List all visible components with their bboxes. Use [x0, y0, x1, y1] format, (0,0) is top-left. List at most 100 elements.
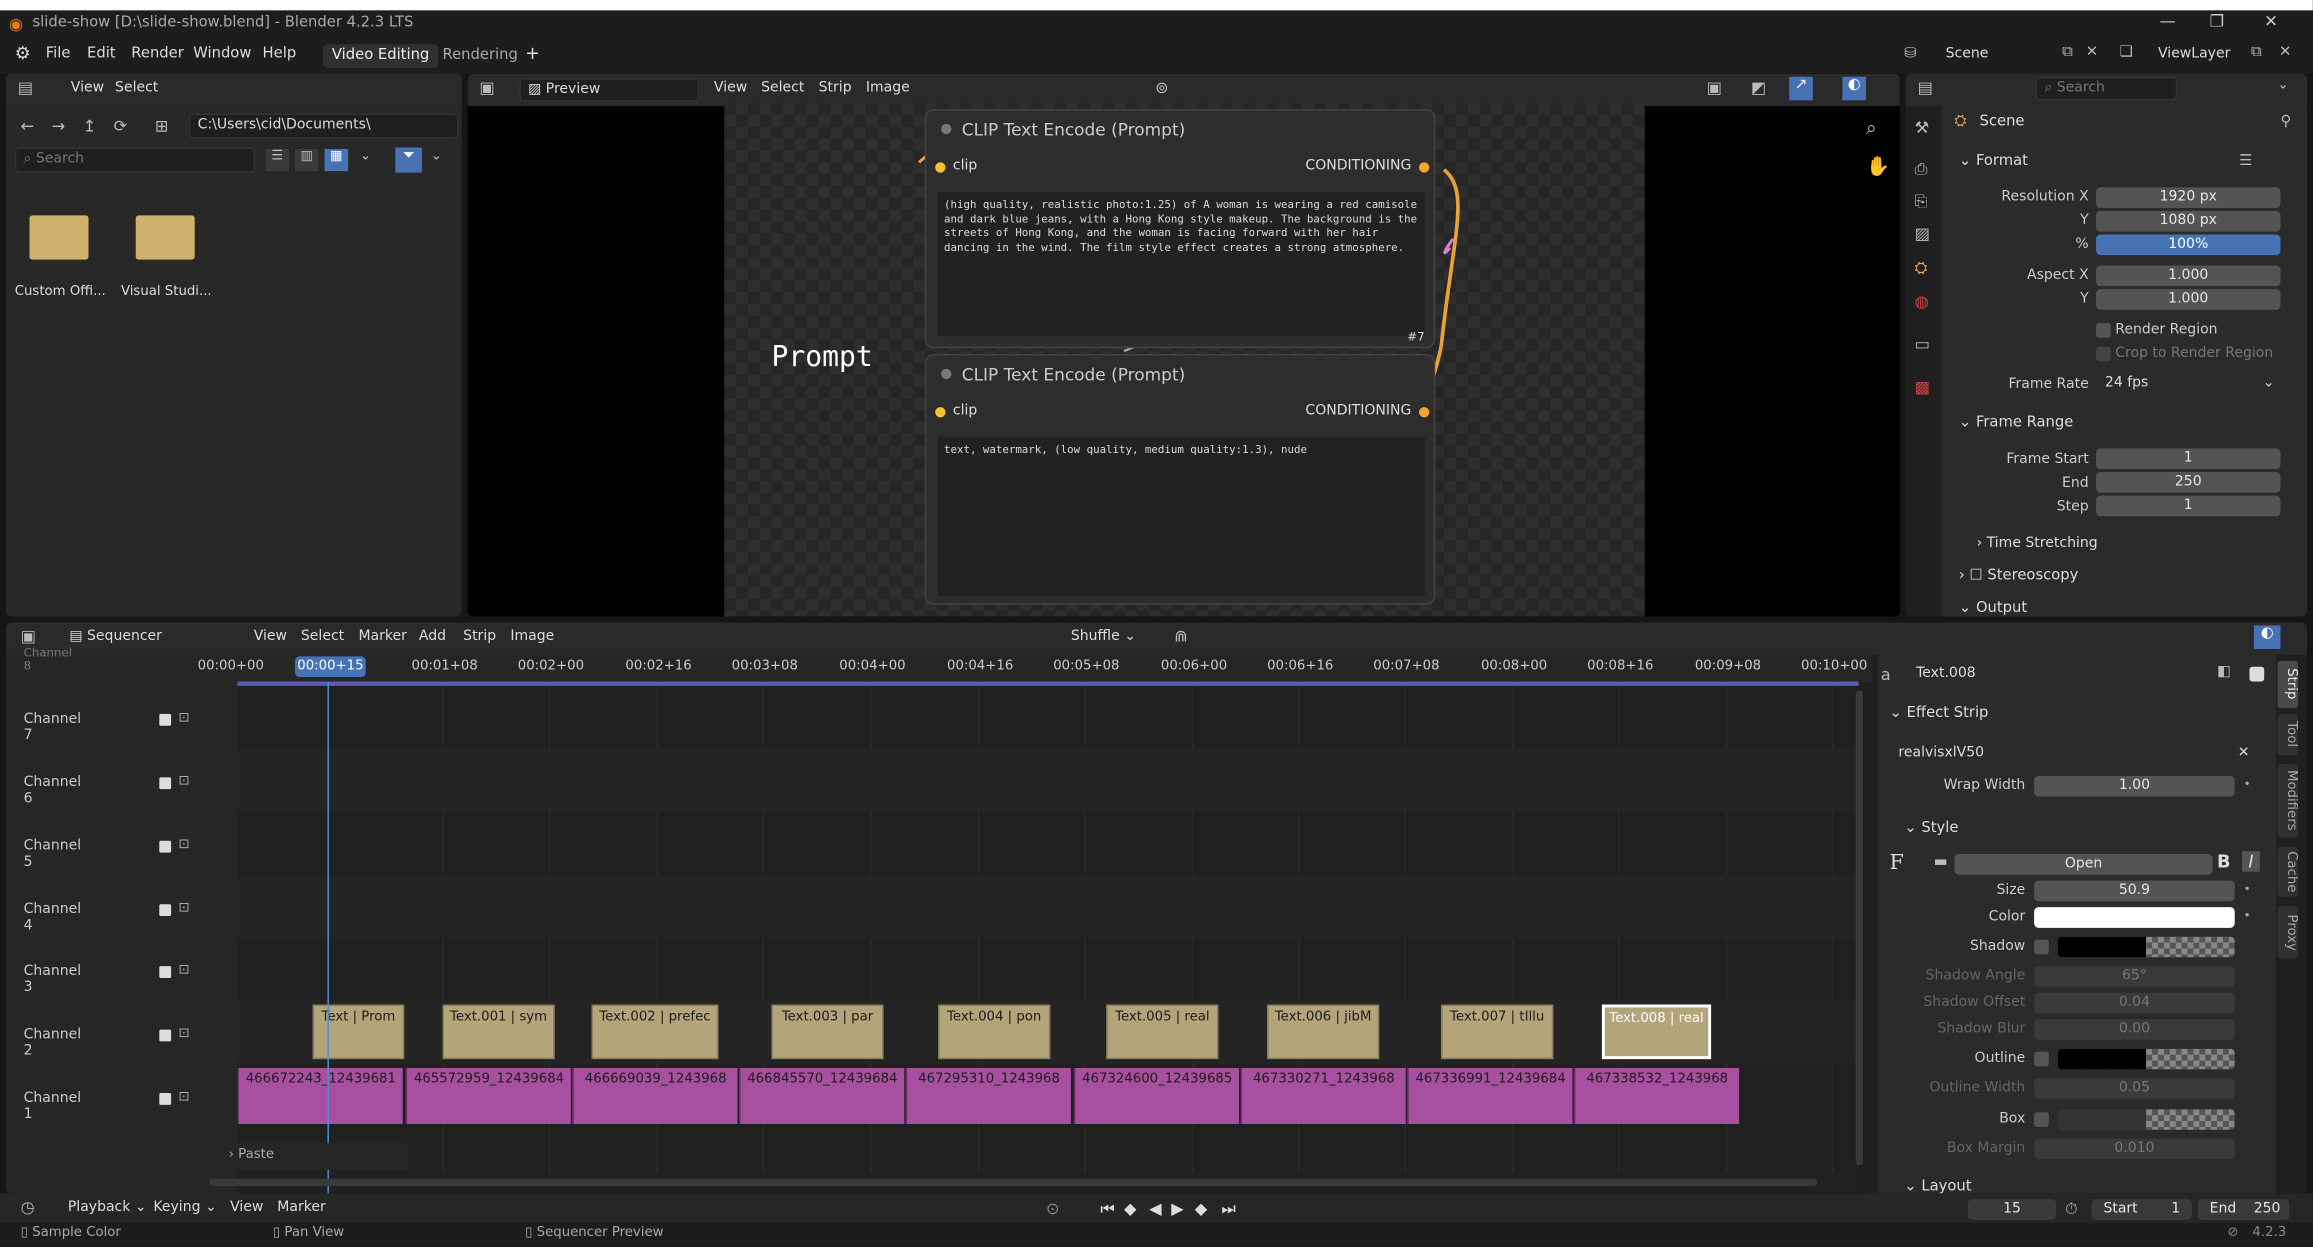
frame-step-field[interactable]: 1 — [2096, 495, 2281, 517]
editor-type-icon[interactable]: ▤ — [18, 78, 33, 97]
keyframe-dot-icon[interactable]: • — [2244, 777, 2251, 790]
clip-text-encode-node[interactable]: CLIP Text Encode (Prompt) clip CONDITION… — [924, 109, 1436, 349]
font-open-button[interactable]: Open — [1954, 854, 2213, 875]
menu-render[interactable]: Render — [131, 46, 184, 62]
frame-rate-dropdown[interactable]: 24 fps ⌄ — [2096, 373, 2281, 394]
back-icon[interactable]: ← — [21, 117, 35, 136]
seq-menu-select[interactable]: Select — [301, 628, 344, 644]
maximize-button[interactable]: ❐ — [2210, 12, 2225, 31]
wrap-width-field[interactable]: 1.00 — [2034, 775, 2235, 797]
channel-label[interactable]: Channel 2 — [24, 1027, 82, 1059]
strip-enable-checkbox[interactable] — [2249, 666, 2265, 682]
stereoscopy-panel-header[interactable]: › ☐ Stereoscopy — [1959, 568, 2079, 584]
box-margin-field[interactable]: 0.010 — [2034, 1138, 2235, 1160]
text-strip[interactable]: Text.005 | real — [1106, 1004, 1219, 1060]
folder-icon[interactable] — [135, 215, 195, 260]
timeline-menu-marker[interactable]: Marker — [277, 1199, 325, 1215]
keyframe-dot-icon[interactable]: • — [2244, 882, 2251, 895]
new-folder-icon[interactable]: ⊞ — [155, 117, 169, 136]
text-strip[interactable]: Text.002 | prefec — [591, 1004, 719, 1060]
channel-lock-icon[interactable]: ⊡ — [178, 711, 189, 726]
aspect-y-field[interactable]: 1.000 — [2096, 289, 2281, 310]
thumbnails-icon[interactable]: ▦ — [324, 148, 349, 172]
zoom-icon[interactable]: ⌕ — [1866, 118, 1877, 140]
seq-menu-image[interactable]: Image — [510, 628, 554, 644]
outline-width-field[interactable]: 0.05 — [2034, 1078, 2235, 1099]
font-size-field[interactable]: 50.9 — [2034, 880, 2235, 902]
strip-name-field[interactable]: Text.008 — [1907, 662, 2206, 686]
scene-icon[interactable]: ⛁ — [1904, 46, 1916, 62]
menu-help[interactable]: Help — [263, 46, 297, 62]
refresh-icon[interactable]: ⟳ — [114, 117, 128, 136]
resolution-x-field[interactable]: 1920 px — [2096, 187, 2281, 208]
style-subpanel-header[interactable]: ⌄ Style — [1904, 820, 1958, 836]
current-frame-field[interactable]: 15 — [1967, 1199, 2057, 1220]
crop-region-checkbox[interactable] — [2096, 346, 2111, 362]
outline-checkbox[interactable] — [2034, 1051, 2049, 1067]
input-socket[interactable] — [935, 162, 946, 173]
display-settings-icon[interactable]: ⌄ — [360, 149, 371, 164]
workspace-tab-rendering[interactable]: Rendering — [434, 44, 527, 68]
italic-icon[interactable]: I — [2242, 851, 2260, 872]
channel-mute-checkbox[interactable] — [159, 1029, 172, 1042]
play-reverse-icon[interactable]: ◀ — [1149, 1199, 1161, 1218]
overlay-toggle-icon[interactable]: ◐ — [2253, 625, 2281, 650]
text-strip[interactable]: Text.007 | tIllu — [1441, 1004, 1554, 1060]
path-field[interactable]: C:\Users\cid\Documents\ — [188, 113, 459, 139]
channel-label[interactable]: Channel 6 — [24, 774, 82, 806]
prev-keyframe-icon[interactable]: ◆ — [1124, 1199, 1136, 1218]
channel-label[interactable]: Channel 4 — [24, 901, 82, 933]
new-scene-icon[interactable]: ⧉ — [2062, 44, 2073, 60]
seq-menu-strip[interactable]: Strip — [463, 628, 496, 644]
fb-search-input[interactable]: ⌕ Search — [14, 147, 256, 173]
frame-start-field[interactable]: 1 — [2096, 448, 2281, 470]
keyframe-dot-icon[interactable]: • — [2244, 909, 2251, 922]
channel-mute-checkbox[interactable] — [159, 777, 172, 790]
next-keyframe-icon[interactable]: ◆ — [1195, 1199, 1207, 1218]
bold-icon[interactable]: B — [2217, 851, 2231, 872]
options-chevron-icon[interactable]: ⌄ — [2277, 78, 2288, 93]
world-tab-icon[interactable]: ◍ — [1915, 292, 1929, 311]
image-strip[interactable]: 467295310_1243968 — [905, 1067, 1071, 1124]
text-color-swatch[interactable] — [2034, 907, 2235, 928]
input-socket[interactable] — [935, 407, 946, 418]
box-color-swatch[interactable] — [2057, 1109, 2235, 1130]
effect-strip-panel-header[interactable]: ⌄ Effect Strip — [1890, 705, 1989, 721]
text-content-field[interactable]: realvisxlV50 ✕ — [1889, 740, 2259, 768]
vertical-scrollbar[interactable] — [1855, 690, 1864, 1166]
record-icon[interactable]: ⊙ — [1046, 1199, 1060, 1218]
jump-start-icon[interactable]: ⏮ — [1100, 1199, 1115, 1220]
timeline-menu-playback[interactable]: Playback ⌄ — [68, 1199, 147, 1215]
sidebar-tab-cache[interactable]: Cache — [2277, 846, 2299, 897]
frame-end-field[interactable]: 250 — [2096, 472, 2281, 493]
aspect-x-field[interactable]: 1.000 — [2096, 265, 2281, 287]
node-collapse-dot[interactable] — [941, 368, 952, 380]
output-panel-header[interactable]: ⌄ Output — [1959, 600, 2027, 616]
sidebar-tab-tool[interactable]: Tool — [2277, 713, 2299, 756]
jump-end-icon[interactable]: ⏭ — [1221, 1199, 1236, 1220]
font-icon[interactable]: F — [1890, 851, 1904, 875]
properties-search-input[interactable]: ⌕ Search — [2035, 76, 2178, 101]
play-icon[interactable]: ▶ — [1171, 1199, 1183, 1218]
channel-mute-checkbox[interactable] — [159, 904, 172, 917]
node-collapse-dot[interactable] — [941, 123, 952, 135]
start-frame-field[interactable]: Start 1 — [2091, 1199, 2192, 1220]
channel-mute-checkbox[interactable] — [159, 840, 172, 853]
timeline-editor-icon[interactable]: ◷ — [21, 1198, 35, 1217]
pan-hand-icon[interactable]: ✋ — [1866, 156, 1890, 178]
render-tab-icon[interactable]: ⎙ — [1915, 159, 1928, 180]
clear-text-icon[interactable]: ✕ — [2238, 740, 2250, 767]
overlap-mode-dropdown[interactable]: Shuffle ⌄ — [1063, 626, 1161, 651]
sidebar-tab-strip[interactable]: Strip — [2277, 660, 2299, 709]
image-strip[interactable]: 466845570_12439684 — [739, 1067, 905, 1124]
parent-dir-icon[interactable]: ↥ — [83, 117, 97, 136]
minimize-button[interactable]: — — [2159, 12, 2175, 31]
filter-icon[interactable]: ⏷ — [395, 147, 422, 173]
clip-text-encode-node[interactable]: CLIP Text Encode (Prompt) clip CONDITION… — [924, 354, 1436, 605]
image-strip[interactable]: 465572959_12439684 — [405, 1067, 571, 1124]
channel-label[interactable]: Channel 1 — [24, 1090, 82, 1122]
channel-lock-icon[interactable]: ⊡ — [178, 774, 189, 789]
horizontal-scrollbar[interactable] — [209, 1178, 1818, 1186]
end-frame-field[interactable]: End 250 — [2197, 1199, 2290, 1220]
format-panel-header[interactable]: ⌄ Format — [1959, 153, 2028, 169]
